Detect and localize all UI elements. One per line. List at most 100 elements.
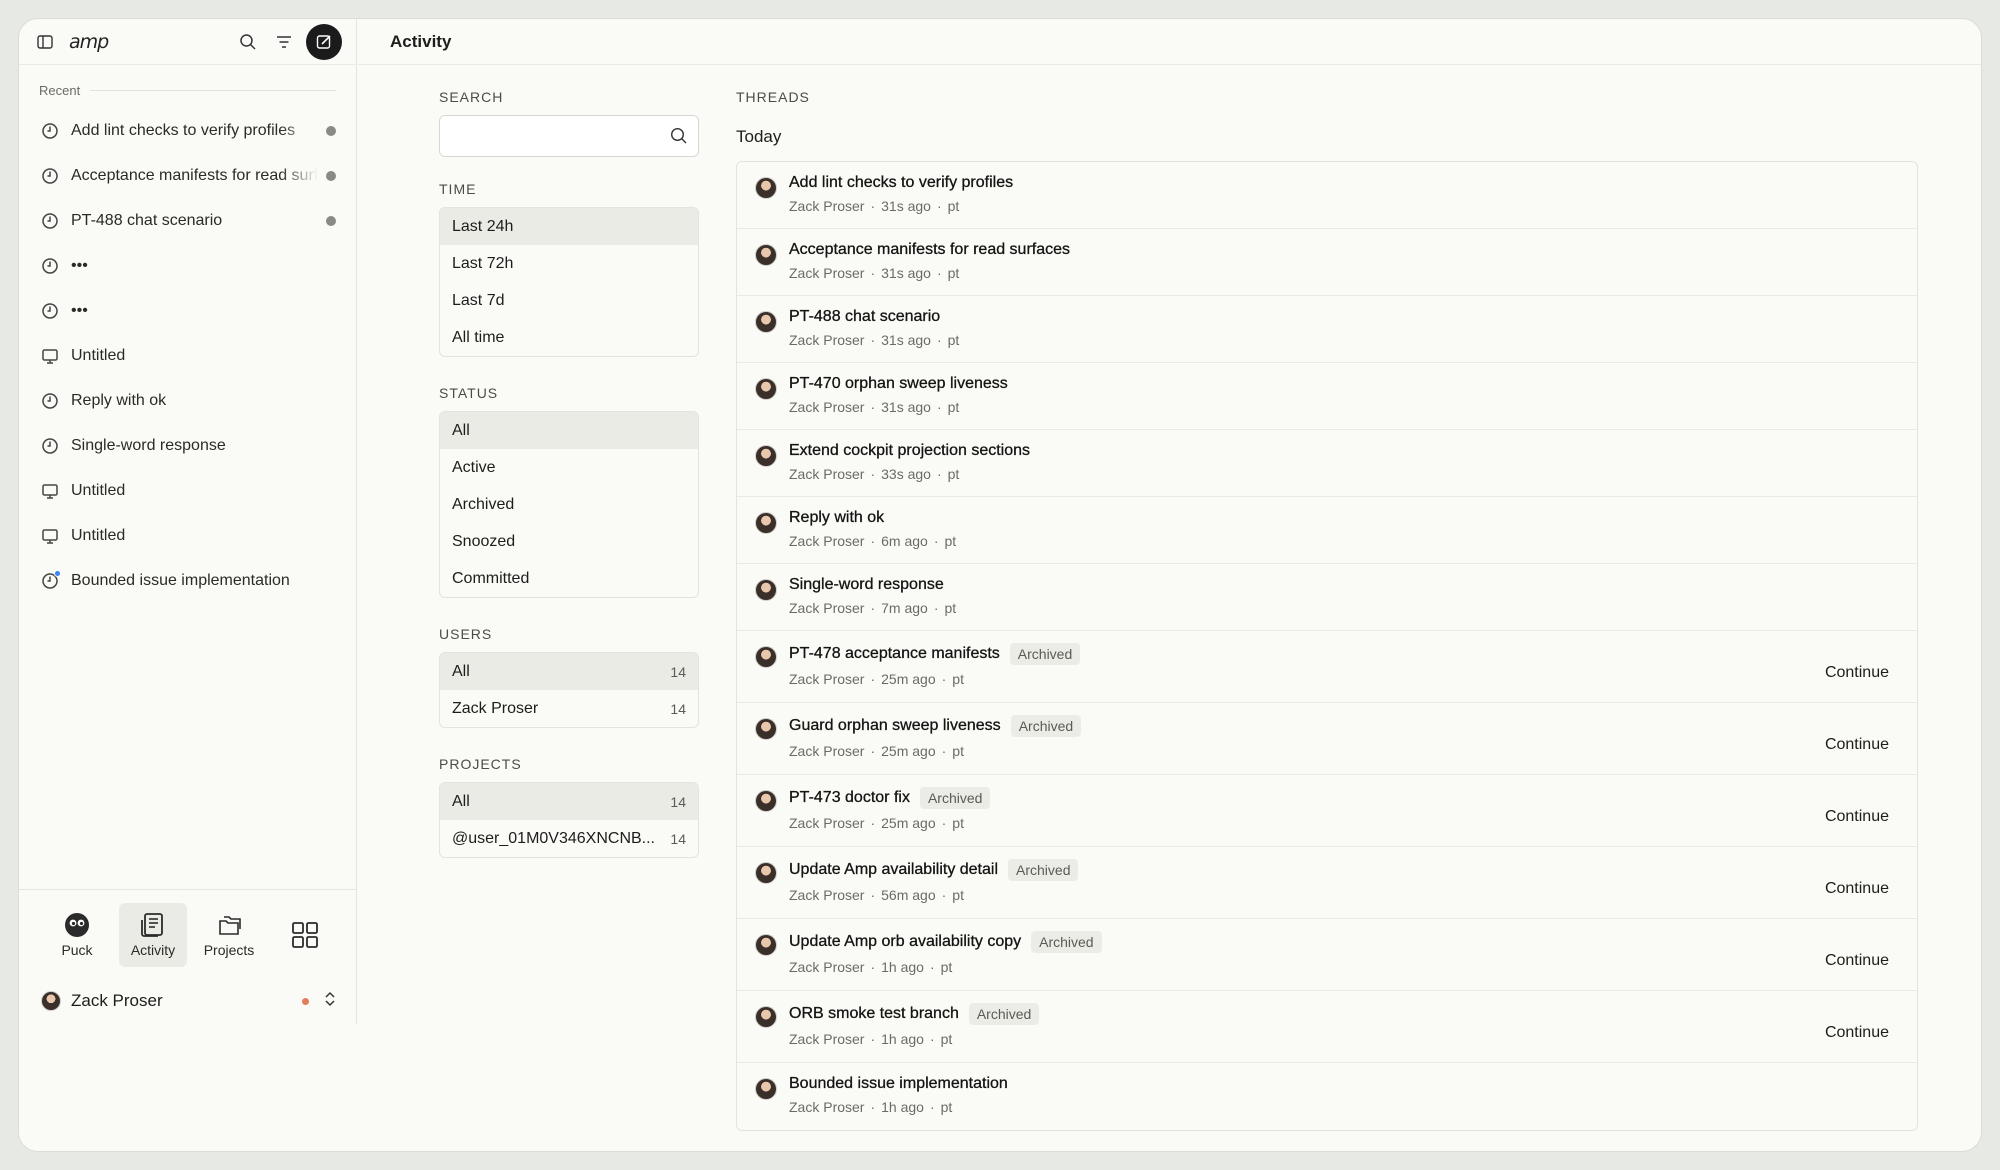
continue-button[interactable]: Continue xyxy=(1825,952,1889,970)
recent-item[interactable]: ••• xyxy=(19,243,356,288)
thread-tag: pt xyxy=(947,466,960,482)
status-option[interactable]: Committed xyxy=(440,560,698,597)
thread-title[interactable]: Reply with ok xyxy=(789,509,884,527)
nav-projects[interactable]: Projects xyxy=(195,903,263,967)
status-option[interactable]: Active xyxy=(440,449,698,486)
continue-button[interactable]: Continue xyxy=(1825,1024,1889,1042)
time-option[interactable]: Last 24h xyxy=(440,208,698,245)
projects-option[interactable]: All 14 xyxy=(440,783,698,820)
nav-puck[interactable]: Puck xyxy=(43,903,111,967)
thread-time: 6m ago xyxy=(881,533,928,549)
thread-title[interactable]: Add lint checks to verify profiles xyxy=(789,174,1013,192)
recent-item[interactable]: Acceptance manifests for read surfaces xyxy=(19,153,356,198)
recent-item-label: Untitled xyxy=(71,481,126,499)
continue-button[interactable]: Continue xyxy=(1825,736,1889,754)
thread-meta: Zack Proser · 31s ago · pt xyxy=(789,332,1889,348)
sidebar-toggle-icon[interactable] xyxy=(35,32,55,52)
status-option[interactable]: All xyxy=(440,412,698,449)
thread-row[interactable]: PT-478 acceptance manifests Archived Zack … xyxy=(737,631,1917,703)
thread-tag: pt xyxy=(952,671,964,687)
thread-tag: pt xyxy=(952,815,964,831)
thread-title[interactable]: Guard orphan sweep liveness xyxy=(789,717,1001,735)
recent-item[interactable]: ••• xyxy=(19,288,356,333)
separator-dot: · xyxy=(941,887,947,903)
search-icon[interactable] xyxy=(234,28,262,56)
sidebar-nav: Puck Activity Projects xyxy=(19,889,357,979)
archived-badge: Archived xyxy=(968,1003,1040,1025)
continue-button[interactable]: Continue xyxy=(1825,880,1889,898)
thread-row[interactable]: Bounded issue implementation Zack Proser ·… xyxy=(737,1063,1917,1130)
user-switcher[interactable]: Zack Proser xyxy=(19,981,357,1021)
nav-apps[interactable] xyxy=(271,903,339,967)
compose-button[interactable] xyxy=(306,23,342,60)
time-option-label: Last 72h xyxy=(452,254,514,272)
thread-title[interactable]: PT-470 orphan sweep liveness xyxy=(789,375,1008,393)
thread-row[interactable]: PT-488 chat scenario Zack Proser · 31s ago ·… xyxy=(737,296,1917,363)
avatar xyxy=(755,579,777,601)
clock-icon xyxy=(41,437,59,455)
users-option[interactable]: Zack Proser 14 xyxy=(440,690,698,727)
status-option[interactable]: Archived xyxy=(440,486,698,523)
continue-button[interactable]: Continue xyxy=(1825,664,1889,682)
time-option[interactable]: Last 7d xyxy=(440,282,698,319)
thread-user: Zack Proser xyxy=(789,533,865,549)
recent-item[interactable]: Reply with ok xyxy=(19,378,356,423)
filter-icon[interactable] xyxy=(270,28,298,56)
nav-activity[interactable]: Activity xyxy=(119,902,187,967)
thread-meta: Zack Proser · 33s ago · pt xyxy=(789,466,1889,482)
thread-row[interactable]: PT-473 doctor fix Archived Zack Proser · 25m… xyxy=(737,775,1917,847)
group-heading: Today xyxy=(736,127,782,146)
thread-body: PT-478 acceptance manifests Archived Zack … xyxy=(789,643,1825,687)
avatar xyxy=(755,934,777,956)
continue-button[interactable]: Continue xyxy=(1825,808,1889,826)
chevron-up-down-icon[interactable] xyxy=(323,990,337,1013)
thread-row[interactable]: Update Amp availability detail Archived Za… xyxy=(737,847,1917,919)
thread-title[interactable]: Acceptance manifests for read surfaces xyxy=(789,241,1070,259)
thread-title[interactable]: ORB smoke test branch xyxy=(789,1005,959,1023)
thread-row[interactable]: PT-470 orphan sweep liveness Zack Proser ·… xyxy=(737,363,1917,430)
thread-row[interactable]: Single-word response Zack Proser · 7m ago · p… xyxy=(737,564,1917,631)
thread-row[interactable]: Guard orphan sweep liveness Archived Zack … xyxy=(737,703,1917,775)
recent-item[interactable]: PT-488 chat scenario xyxy=(19,198,356,243)
thread-title[interactable]: PT-478 acceptance manifests xyxy=(789,645,1000,663)
thread-body: Bounded issue implementation Zack Proser ·… xyxy=(789,1075,1889,1115)
thread-time: 1h ago xyxy=(881,1031,924,1047)
thread-title[interactable]: Update Amp orb availability copy xyxy=(789,933,1021,951)
thread-title[interactable]: PT-473 doctor fix xyxy=(789,789,910,807)
projects-option-count: 14 xyxy=(670,793,686,810)
recent-item[interactable]: Single-word response xyxy=(19,423,356,468)
users-option[interactable]: All 14 xyxy=(440,653,698,690)
separator-dot: · xyxy=(936,332,942,348)
thread-meta: Zack Proser · 25m ago · pt xyxy=(789,815,1825,831)
status-option[interactable]: Snoozed xyxy=(440,523,698,560)
time-option[interactable]: All time xyxy=(440,319,698,356)
thread-row[interactable]: ORB smoke test branch Archived Zack Proser… xyxy=(737,991,1917,1063)
thread-title[interactable]: Bounded issue implementation xyxy=(789,1075,1008,1093)
recent-item[interactable]: Untitled xyxy=(19,333,356,378)
recent-item[interactable]: Untitled xyxy=(19,468,356,513)
recent-list: Add lint checks to verify profiles Accept… xyxy=(19,108,356,603)
recent-item[interactable]: Add lint checks to verify profiles xyxy=(19,108,356,153)
search-input[interactable] xyxy=(439,115,699,157)
thread-row[interactable]: Extend cockpit projection sections Zack P… xyxy=(737,430,1917,497)
thread-title-line: Acceptance manifests for read surfaces xyxy=(789,241,1889,259)
thread-title[interactable]: PT-488 chat scenario xyxy=(789,308,941,326)
status-option-label: Active xyxy=(452,458,496,476)
thread-row[interactable]: Reply with ok Zack Proser · 6m ago · pt xyxy=(737,497,1917,564)
thread-row[interactable]: Acceptance manifests for read surfaces Za… xyxy=(737,229,1917,296)
time-option-label: Last 24h xyxy=(452,217,514,235)
thread-row[interactable]: Add lint checks to verify profiles Zack P… xyxy=(737,162,1917,229)
projects-option[interactable]: @user_01M0V346XNCNB... 14 xyxy=(440,820,698,857)
thread-title[interactable]: Extend cockpit projection sections xyxy=(789,442,1030,460)
thread-tag: pt xyxy=(947,332,960,348)
recent-item[interactable]: Untitled xyxy=(19,513,356,558)
thread-title[interactable]: Update Amp availability detail xyxy=(789,861,998,879)
thread-meta: Zack Proser · 1h ago · pt xyxy=(789,1031,1825,1047)
recent-item[interactable]: Bounded issue implementation xyxy=(19,558,356,603)
thread-title[interactable]: Single-word response xyxy=(789,576,944,594)
recent-label: Recent xyxy=(39,83,81,98)
thread-body: Update Amp orb availability copy Archived… xyxy=(789,931,1825,975)
thread-row[interactable]: Update Amp orb availability copy Archived… xyxy=(737,919,1917,991)
search-field[interactable] xyxy=(440,117,670,155)
time-option[interactable]: Last 72h xyxy=(440,245,698,282)
